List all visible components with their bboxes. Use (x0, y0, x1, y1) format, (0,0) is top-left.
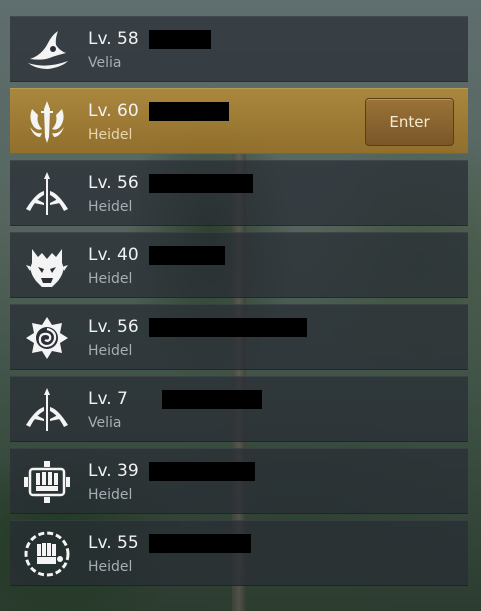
character-region: Heidel (88, 487, 133, 503)
character-region: Heidel (88, 199, 133, 215)
character-row[interactable]: Lv. 58 Velia (10, 16, 468, 82)
enter-button[interactable]: Enter (365, 98, 454, 146)
redacted-name (148, 317, 307, 337)
character-row[interactable]: Lv. 56 Heidel (10, 160, 468, 226)
character-row[interactable]: Lv. 39 Heidel (10, 448, 468, 514)
bow-emblem-icon (22, 169, 72, 219)
character-row[interactable]: Lv. 40 Heidel (10, 232, 468, 298)
character-level: Lv. 39 (88, 461, 139, 481)
fist-gauntlet-icon (22, 457, 72, 507)
character-level: Lv. 7 (88, 389, 128, 409)
character-region: Heidel (88, 271, 133, 287)
character-region: Velia (88, 415, 122, 431)
witch-hat-icon (22, 25, 72, 75)
redacted-name (148, 101, 229, 121)
redacted-name (148, 461, 255, 481)
character-row-selected[interactable]: Lv. 60 Heidel Enter (10, 88, 468, 154)
fist-medallion-icon (22, 529, 72, 579)
character-level: Lv. 55 (88, 533, 139, 553)
character-row[interactable]: Lv. 56 Heidel (10, 304, 468, 370)
character-level: Lv. 58 (88, 29, 139, 49)
character-region: Velia (88, 55, 122, 71)
character-level: Lv. 40 (88, 245, 139, 265)
character-row[interactable]: Lv. 55 Heidel (10, 520, 468, 586)
character-row[interactable]: Lv. 7 Velia (10, 376, 468, 442)
redacted-name (161, 389, 262, 409)
rose-emblem-icon (22, 313, 72, 363)
character-level: Lv. 56 (88, 317, 139, 337)
redacted-name (148, 533, 251, 553)
character-region: Heidel (88, 127, 133, 143)
demon-mask-icon (22, 241, 72, 291)
bow-emblem-icon (22, 385, 72, 435)
sword-crest-icon (22, 97, 72, 147)
redacted-name (148, 29, 211, 49)
redacted-name (148, 245, 225, 265)
character-level: Lv. 60 (88, 101, 139, 121)
character-region: Heidel (88, 559, 133, 575)
character-region: Heidel (88, 343, 133, 359)
character-level: Lv. 56 (88, 173, 139, 193)
character-list: Lv. 58 Velia Lv. 60 Heidel Enter Lv. 56 … (10, 16, 468, 592)
redacted-name (148, 173, 253, 193)
